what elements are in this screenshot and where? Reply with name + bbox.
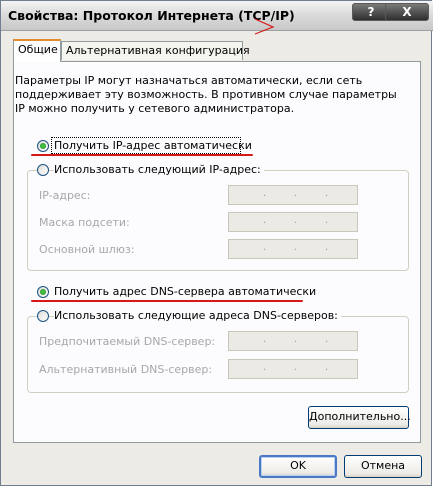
tab-general[interactable]: Общие: [13, 39, 61, 62]
dns-auto-label[interactable]: Получить адрес DNS-сервера автоматически: [54, 285, 316, 298]
cancel-button[interactable]: Отмена: [344, 455, 422, 478]
ok-button[interactable]: OK: [259, 455, 337, 478]
tab-alternate-config[interactable]: Альтернативная конфигурация: [61, 41, 250, 60]
tab-general-label: Общие: [18, 43, 58, 56]
dns-manual-radio[interactable]: [37, 310, 49, 322]
cancel-button-label: Отмена: [360, 459, 406, 472]
ip-address-field: ...: [228, 185, 358, 205]
advanced-button[interactable]: Дополнительно...: [308, 406, 411, 429]
dns-auto-radio[interactable]: [37, 286, 49, 298]
close-icon: X: [402, 5, 412, 19]
window-title: Свойства: Протокол Интернета (TCP/IP): [8, 8, 295, 23]
red-underline-annotation: [31, 154, 253, 156]
ip-manual-label[interactable]: Использовать следующий IP-адрес:: [54, 163, 264, 176]
ip-auto-radio[interactable]: [37, 140, 49, 152]
tab-alternate-config-label: Альтернативная конфигурация: [66, 44, 250, 57]
help-icon: ?: [367, 5, 375, 19]
ok-button-label: OK: [290, 459, 306, 472]
red-underline-annotation-dns: [31, 300, 303, 302]
ip-address-label: IP-адрес:: [39, 189, 91, 202]
alternate-dns-field: ...: [228, 359, 358, 379]
ip-manual-radio[interactable]: [37, 164, 49, 176]
close-button[interactable]: X: [385, 3, 429, 21]
subnet-mask-field: ...: [228, 212, 358, 232]
subnet-mask-label: Маска подсети:: [39, 216, 130, 229]
default-gateway-label: Основной шлюз:: [39, 243, 135, 256]
tcpip-properties-dialog: Свойства: Протокол Интернета (TCP/IP) ? …: [0, 0, 433, 486]
preferred-dns-field: ...: [228, 331, 358, 351]
dns-manual-group: [27, 316, 409, 393]
advanced-button-label: Дополнительно...: [309, 410, 411, 423]
alternate-dns-label: Альтернативный DNS-сервер:: [39, 363, 213, 376]
dns-manual-label[interactable]: Использовать следующие адреса DNS-сервер…: [54, 309, 341, 322]
red-arrow-annotation-icon: [254, 18, 275, 35]
title-bar[interactable]: Свойства: Протокол Интернета (TCP/IP) ? …: [1, 1, 433, 35]
preferred-dns-label: Предпочитаемый DNS-сервер:: [39, 335, 216, 348]
description-text: Параметры IP могут назначаться автоматич…: [15, 74, 397, 115]
default-gateway-field: ...: [228, 239, 358, 259]
ip-auto-label[interactable]: Получить IP-адрес автоматически: [54, 139, 252, 152]
